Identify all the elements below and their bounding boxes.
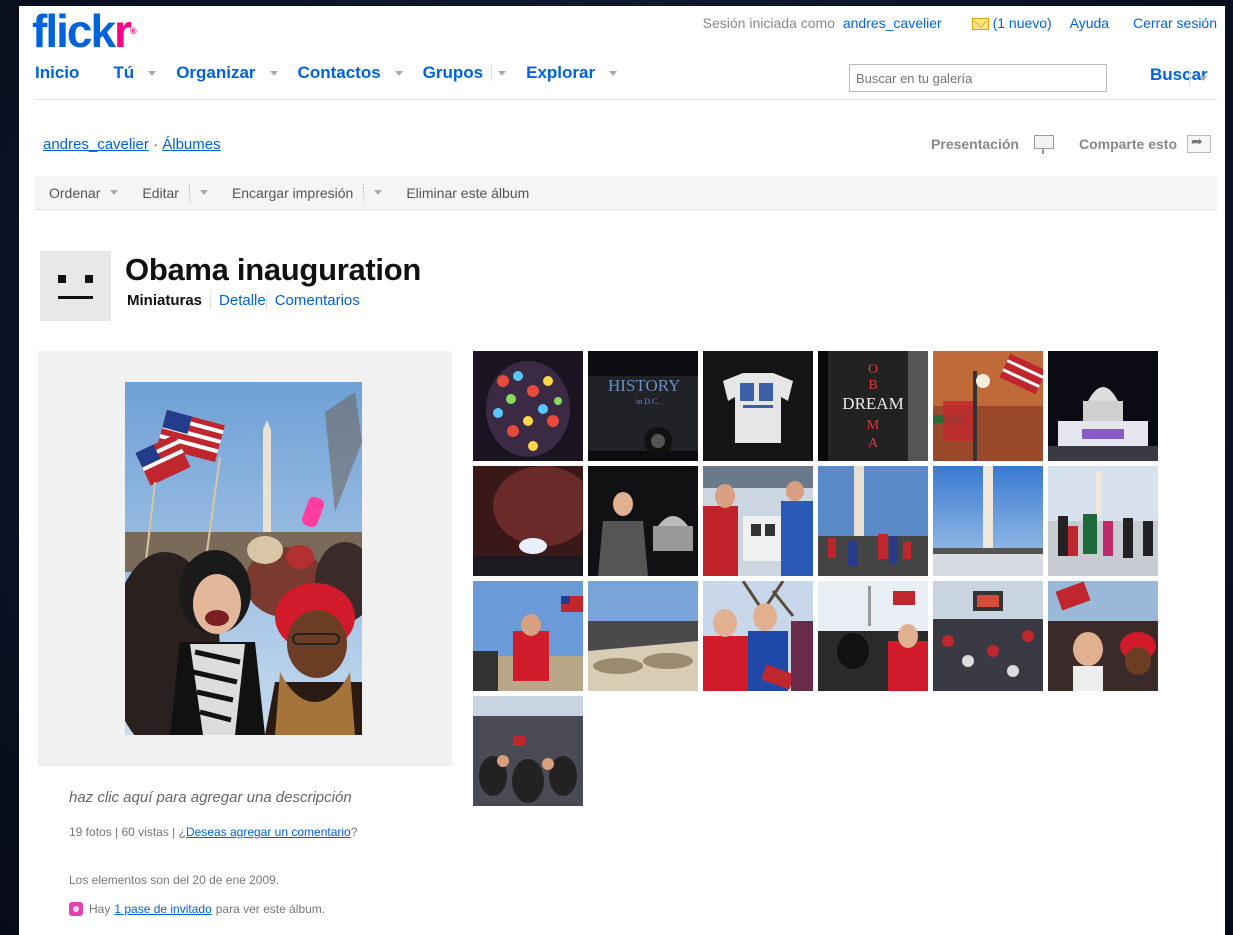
slideshow-link[interactable]: Presentación xyxy=(931,136,1019,152)
photo-thumbnail[interactable]: O B DREAM M A xyxy=(818,351,928,461)
chevron-down-icon[interactable] xyxy=(1199,76,1207,81)
main-nav: Inicio Tú Organizar Contactos Grupos Exp… xyxy=(35,63,637,83)
chevron-down-icon[interactable] xyxy=(374,190,383,195)
photo-thumbnail[interactable] xyxy=(933,581,1043,691)
photo-thumbnail[interactable] xyxy=(933,351,1043,461)
browser-window: flickr® Sesión iniciada como andres_cave… xyxy=(19,6,1225,935)
sort-menu[interactable]: Ordenar xyxy=(49,185,119,201)
photo-thumbnail[interactable] xyxy=(1048,351,1158,461)
nav-organize[interactable]: Organizar xyxy=(176,63,278,83)
chevron-down-icon[interactable] xyxy=(609,70,618,76)
account-bar: Sesión iniciada como andres_cavelier (1 … xyxy=(703,15,1217,31)
tab-comments[interactable]: Comentarios xyxy=(275,292,360,310)
nav-groups[interactable]: Grupos xyxy=(423,63,507,83)
share-link[interactable]: Comparte esto xyxy=(1079,136,1177,152)
photo-thumbnail[interactable] xyxy=(933,466,1043,576)
order-prints-menu[interactable]: Encargar impresión xyxy=(232,183,383,202)
set-stats: 19 fotos | 60 vistas | ¿Deseas agregar u… xyxy=(69,825,358,839)
primary-photo[interactable] xyxy=(125,382,362,735)
chevron-down-icon[interactable] xyxy=(110,190,119,195)
photo-thumbnail[interactable] xyxy=(473,696,583,806)
photo-thumbnail[interactable] xyxy=(1048,466,1158,576)
breadcrumb: andres_cavelier · Álbumes xyxy=(43,136,221,153)
divider xyxy=(35,99,1217,100)
nav-home[interactable]: Inicio xyxy=(35,63,79,83)
primary-photo-panel xyxy=(38,351,452,766)
flickr-logo[interactable]: flickr® xyxy=(32,8,137,54)
photo-thumbnail[interactable] xyxy=(703,466,813,576)
divider xyxy=(1189,68,1190,86)
logout-link[interactable]: Cerrar sesión xyxy=(1133,15,1217,31)
photo-thumbnail[interactable]: HISTORY in D.C. xyxy=(588,351,698,461)
breadcrumb-separator: · xyxy=(153,136,159,153)
guest-pass-link[interactable]: 1 pase de invitado xyxy=(114,902,211,916)
search-input[interactable] xyxy=(849,64,1107,92)
guest-pass-icon xyxy=(69,902,83,916)
chevron-down-icon[interactable] xyxy=(498,70,507,76)
signed-in-label: Sesión iniciada como xyxy=(702,15,835,31)
photo-thumbnail[interactable] xyxy=(473,466,583,576)
mail-link[interactable]: (1 nuevo) xyxy=(993,15,1052,31)
photo-thumbnail[interactable] xyxy=(818,581,928,691)
photo-thumbnail[interactable] xyxy=(703,351,813,461)
buddy-icon[interactable] xyxy=(40,251,111,321)
chevron-down-icon[interactable] xyxy=(394,70,403,76)
chevron-down-icon[interactable] xyxy=(269,70,278,76)
nav-contacts[interactable]: Contactos xyxy=(298,63,403,83)
nav-you[interactable]: Tú xyxy=(113,63,157,83)
edit-menu[interactable]: Editar xyxy=(142,183,208,202)
svg-text:HISTORY: HISTORY xyxy=(608,376,680,395)
photo-thumbnail[interactable] xyxy=(588,466,698,576)
tab-detail[interactable]: Detalle xyxy=(219,292,266,310)
svg-text:B: B xyxy=(868,378,877,393)
photo-thumbnail[interactable] xyxy=(1048,581,1158,691)
set-description-prompt[interactable]: haz clic aquí para agregar una descripci… xyxy=(69,789,352,806)
chevron-down-icon[interactable] xyxy=(199,190,208,195)
delete-set-link[interactable]: Eliminar este álbum xyxy=(406,185,529,201)
breadcrumb-sets-link[interactable]: Álbumes xyxy=(162,136,220,153)
svg-text:DREAM: DREAM xyxy=(842,394,903,413)
svg-text:A: A xyxy=(868,436,879,451)
svg-text:in D.C.: in D.C. xyxy=(636,397,659,406)
slideshow-icon[interactable] xyxy=(1033,134,1054,154)
username-link[interactable]: andres_cavelier xyxy=(843,15,942,31)
chevron-down-icon[interactable] xyxy=(148,70,157,76)
set-toolbar: Ordenar Editar Encargar impresión Elimin… xyxy=(35,176,1217,210)
set-title: Obama inauguration xyxy=(125,252,422,287)
breadcrumb-user-link[interactable]: andres_cavelier xyxy=(43,136,149,153)
help-link[interactable]: Ayuda xyxy=(1070,15,1109,31)
mail-icon[interactable] xyxy=(971,18,989,30)
add-comment-link[interactable]: Deseas agregar un comentario xyxy=(186,825,351,839)
set-dates: Los elementos son del 20 de ene 2009. xyxy=(69,873,280,887)
svg-text:O: O xyxy=(868,362,878,377)
set-view-tabs: Miniaturas Detalle Comentarios xyxy=(127,292,360,310)
nav-explore[interactable]: Explorar xyxy=(526,63,618,83)
guest-pass-info: Hay 1 pase de invitado para ver este álbum… xyxy=(69,902,325,916)
photo-thumbnail[interactable] xyxy=(588,581,698,691)
set-actions: Presentación Comparte esto xyxy=(931,134,1211,154)
photo-thumbnail[interactable] xyxy=(703,581,813,691)
photo-thumbnail[interactable] xyxy=(473,581,583,691)
svg-text:M: M xyxy=(867,418,880,433)
photo-thumbnail[interactable] xyxy=(473,351,583,461)
tab-thumbnails[interactable]: Miniaturas xyxy=(127,292,202,310)
photo-thumbnail[interactable] xyxy=(818,466,928,576)
share-icon[interactable] xyxy=(1187,134,1211,153)
search-button[interactable]: Buscar xyxy=(1150,65,1208,85)
